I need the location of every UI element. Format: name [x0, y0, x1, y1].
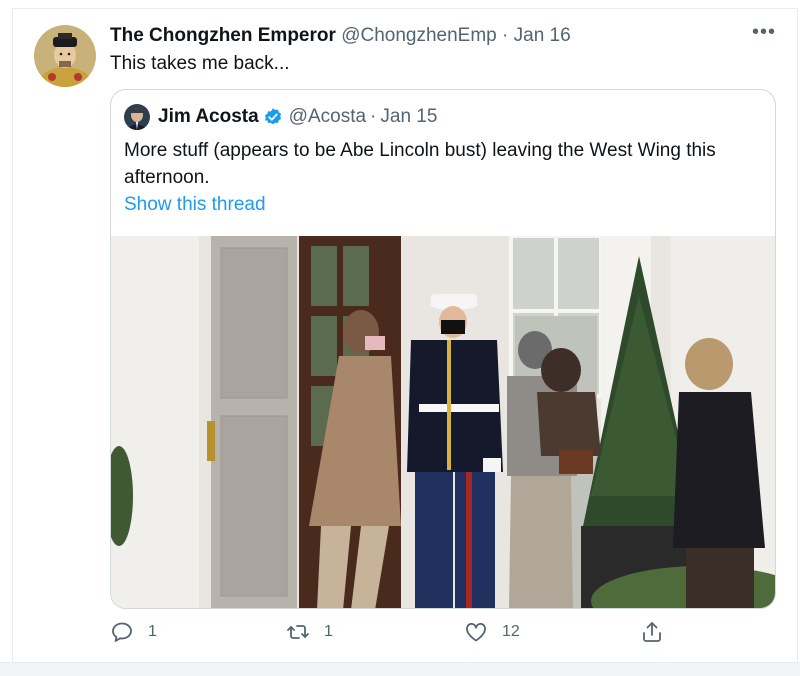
retweet-count: 1	[324, 623, 333, 640]
more-options-icon[interactable]: •••	[752, 22, 776, 46]
tweet-header: The Chongzhen Emperor @ChongzhenEmp · Ja…	[110, 25, 571, 47]
retweet-button[interactable]: 1	[286, 620, 333, 644]
separator: ·	[370, 106, 377, 127]
separator: ·	[502, 25, 509, 46]
like-count: 12	[502, 623, 520, 640]
page-bottom-bar	[0, 662, 800, 676]
tweet-text: This takes me back...	[110, 53, 290, 74]
share-icon	[643, 622, 661, 642]
like-icon	[466, 622, 486, 642]
quoted-author-handle[interactable]: @Acosta	[289, 106, 366, 128]
author-handle[interactable]: @ChongzhenEmp	[341, 25, 497, 46]
reply-icon	[112, 622, 132, 642]
quoted-tweet-header: Jim Acosta @Acosta · Jan 15	[158, 106, 437, 128]
share-button[interactable]	[640, 620, 664, 644]
verified-badge-icon	[263, 107, 283, 127]
tweet-actions: 1 1 12	[0, 620, 800, 650]
reply-button[interactable]: 1	[110, 620, 157, 644]
quoted-author-name[interactable]: Jim Acosta	[158, 106, 259, 128]
author-name[interactable]: The Chongzhen Emperor	[110, 25, 336, 46]
like-button[interactable]: 12	[464, 620, 520, 644]
quoted-tweet-text: More stuff (appears to be Abe Lincoln bu…	[124, 140, 716, 188]
quoted-tweet-date[interactable]: Jan 15	[380, 106, 437, 128]
retweet-icon	[287, 625, 309, 639]
show-thread-link[interactable]: Show this thread	[124, 194, 266, 216]
quoted-tweet[interactable]: Jim Acosta @Acosta · Jan 15 More stuff (…	[110, 89, 776, 609]
tweet-photo[interactable]	[111, 234, 775, 608]
reply-count: 1	[148, 623, 157, 640]
tweet-date[interactable]: Jan 16	[514, 25, 571, 46]
author-avatar[interactable]	[34, 25, 96, 87]
quoted-author-avatar	[124, 104, 150, 130]
